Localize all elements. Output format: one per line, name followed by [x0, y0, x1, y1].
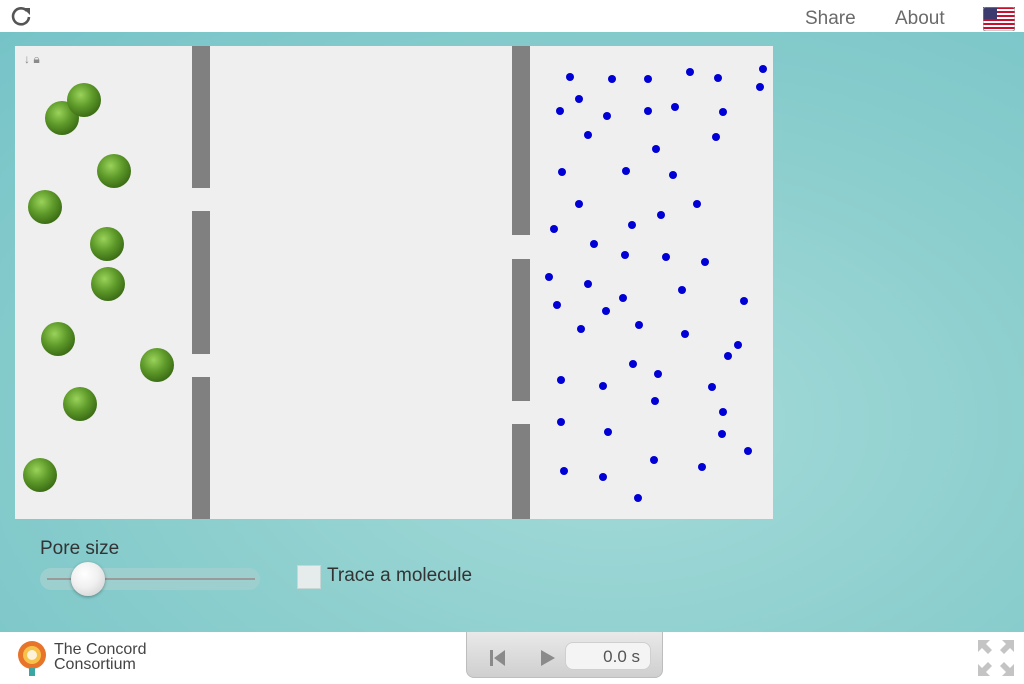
- small-molecule: [724, 352, 732, 360]
- small-molecule: [701, 258, 709, 266]
- small-molecule: [557, 418, 565, 426]
- pore-size-label: Pore size: [40, 538, 120, 559]
- right-membrane-segment: [512, 46, 530, 235]
- large-molecule: [67, 83, 101, 117]
- small-molecule: [669, 171, 677, 179]
- concord-logo-icon[interactable]: [12, 635, 52, 679]
- concord-logo-text[interactable]: The Concord Consortium: [54, 641, 147, 673]
- small-molecule: [566, 73, 574, 81]
- large-molecule: [41, 322, 75, 356]
- bottom-bar: The Concord Consortium 0.0 s: [0, 632, 1024, 684]
- large-molecules: [23, 83, 174, 492]
- small-molecule: [599, 473, 607, 481]
- small-molecule: [628, 221, 636, 229]
- small-molecule: [644, 107, 652, 115]
- small-molecule: [759, 65, 767, 73]
- small-molecule: [603, 112, 611, 120]
- small-molecule: [708, 383, 716, 391]
- small-molecule: [678, 286, 686, 294]
- logo-line1: The Concord: [54, 641, 147, 658]
- left-membrane-segment: [192, 377, 210, 519]
- small-molecule: [584, 280, 592, 288]
- playback-controls: 0.0 s: [466, 632, 663, 678]
- small-molecule: [619, 294, 627, 302]
- small-molecule: [634, 494, 642, 502]
- play-icon[interactable]: [537, 647, 559, 669]
- small-molecule: [545, 273, 553, 281]
- large-molecule: [63, 387, 97, 421]
- small-molecule: [734, 341, 742, 349]
- large-molecule: [91, 267, 125, 301]
- about-link[interactable]: About: [895, 8, 945, 30]
- simulation-stage: ↓ 🔒︎ Pore size Trace a molecule: [0, 32, 1024, 632]
- small-molecule: [693, 200, 701, 208]
- small-molecule: [553, 301, 561, 309]
- pore-size-slider-thumb[interactable]: [71, 562, 105, 596]
- small-molecule: [590, 240, 598, 248]
- simulation-canvas[interactable]: ↓ 🔒︎: [15, 46, 773, 519]
- large-molecule: [23, 458, 57, 492]
- logo-line2: Consortium: [54, 656, 136, 673]
- small-molecule: [650, 456, 658, 464]
- time-display: 0.0 s: [565, 642, 651, 670]
- small-molecule: [714, 74, 722, 82]
- small-molecules: [545, 65, 767, 502]
- small-molecule: [629, 360, 637, 368]
- small-molecule: [584, 131, 592, 139]
- large-molecule: [97, 154, 131, 188]
- reload-icon[interactable]: [10, 5, 32, 27]
- small-molecule: [622, 167, 630, 175]
- trace-molecule-label[interactable]: Trace a molecule: [327, 565, 472, 587]
- share-link[interactable]: Share: [805, 8, 856, 30]
- small-molecule: [550, 225, 558, 233]
- small-molecule: [621, 251, 629, 259]
- small-molecule: [652, 145, 660, 153]
- small-molecule: [604, 428, 612, 436]
- small-molecule: [686, 68, 694, 76]
- small-molecule: [756, 83, 764, 91]
- small-molecule: [602, 307, 610, 315]
- large-molecule: [140, 348, 174, 382]
- small-molecule: [719, 408, 727, 416]
- top-bar: Share About: [0, 0, 1024, 33]
- left-membrane-segment: [192, 211, 210, 354]
- lock-icon[interactable]: 🔒︎: [33, 52, 39, 66]
- small-molecule: [671, 103, 679, 111]
- small-molecule: [575, 95, 583, 103]
- small-molecule: [558, 168, 566, 176]
- reset-icon[interactable]: [487, 647, 509, 669]
- small-molecule: [698, 463, 706, 471]
- small-molecule: [681, 330, 689, 338]
- small-molecule: [599, 382, 607, 390]
- small-molecule: [651, 397, 659, 405]
- small-molecule: [662, 253, 670, 261]
- small-molecule: [740, 297, 748, 305]
- large-molecule: [28, 190, 62, 224]
- small-molecule: [712, 133, 720, 141]
- small-molecule: [644, 75, 652, 83]
- trace-molecule-checkbox[interactable]: [297, 565, 321, 589]
- molecule-view: [23, 46, 767, 519]
- small-molecule: [654, 370, 662, 378]
- small-molecule: [577, 325, 585, 333]
- right-membrane-segment: [512, 424, 530, 519]
- small-molecule: [744, 447, 752, 455]
- large-molecule: [90, 227, 124, 261]
- small-molecule: [657, 211, 665, 219]
- right-membrane-segment: [512, 259, 530, 401]
- small-molecule: [575, 200, 583, 208]
- us-flag-icon[interactable]: [983, 7, 1015, 31]
- small-molecule: [556, 107, 564, 115]
- small-molecule: [560, 467, 568, 475]
- small-molecule: [608, 75, 616, 83]
- small-molecule: [635, 321, 643, 329]
- pin-lock-icons[interactable]: ↓ 🔒︎: [24, 52, 40, 67]
- fullscreen-icon[interactable]: [976, 638, 1016, 678]
- pin-icon[interactable]: ↓: [24, 52, 30, 66]
- small-molecule: [719, 108, 727, 116]
- small-molecule: [718, 430, 726, 438]
- small-molecule: [557, 376, 565, 384]
- left-membrane-segment: [192, 46, 210, 188]
